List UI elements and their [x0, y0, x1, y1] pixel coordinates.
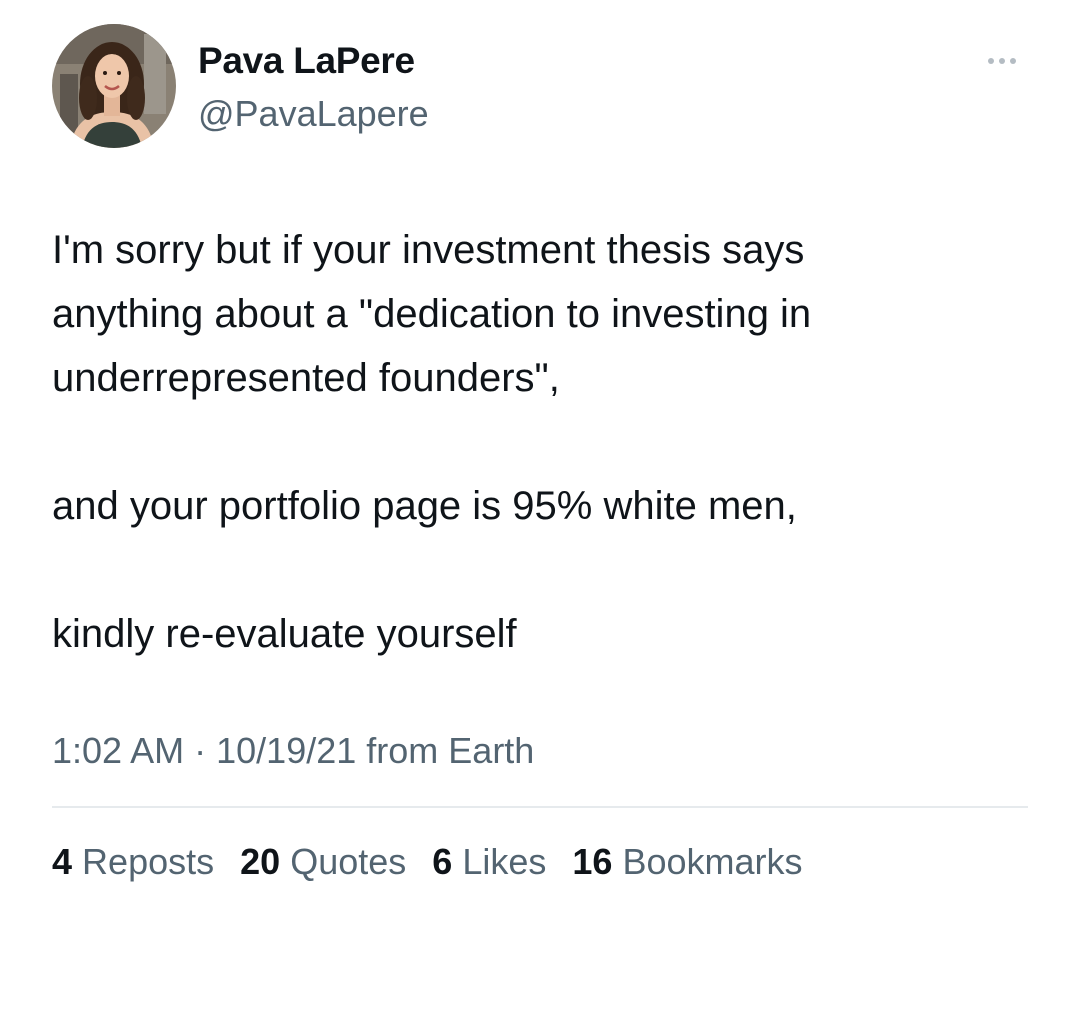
display-name[interactable]: Pava LaPere: [198, 38, 415, 84]
reposts-count: 4: [52, 841, 73, 882]
likes-stat[interactable]: 6 Likes: [432, 838, 546, 886]
quotes-label: Quotes: [290, 841, 407, 882]
quotes-stat[interactable]: 20 Quotes: [240, 838, 406, 886]
profile-photo: [52, 24, 176, 148]
reposts-label: Reposts: [82, 841, 215, 882]
bookmarks-label: Bookmarks: [622, 841, 803, 882]
divider: [52, 806, 1028, 808]
tweet: Pava LaPere @PavaLapere I'm sorry but if…: [0, 0, 1070, 1017]
tweet-metadata: 1:02 AM · 10/19/21 from Earth: [52, 728, 534, 774]
reposts-stat[interactable]: 4 Reposts: [52, 838, 214, 886]
tweet-paragraph: I'm sorry but if your investment thesis …: [52, 228, 812, 400]
likes-label: Likes: [462, 841, 547, 882]
tweet-paragraph: and your portfolio page is 95% white men…: [52, 484, 797, 528]
user-handle[interactable]: @PavaLapere: [198, 92, 429, 136]
quotes-count: 20: [240, 841, 281, 882]
tweet-time[interactable]: 1:02 AM: [52, 730, 184, 771]
bookmarks-stat[interactable]: 16 Bookmarks: [572, 838, 802, 886]
meta-separator: ·: [194, 730, 207, 771]
tweet-paragraph: kindly re-evaluate yourself: [52, 612, 517, 656]
engagement-stats: 4 Reposts 20 Quotes 6 Likes 16 Bookmarks: [52, 838, 819, 886]
tweet-text: I'm sorry but if your investment thesis …: [52, 218, 1022, 666]
tweet-date[interactable]: 10/19/21: [216, 730, 356, 771]
tweet-source: from Earth: [366, 730, 535, 771]
likes-count: 6: [432, 841, 453, 882]
bookmarks-count: 16: [572, 841, 613, 882]
more-horizontal-icon: [988, 58, 1016, 64]
avatar[interactable]: [52, 24, 176, 148]
more-options-button[interactable]: [978, 46, 1026, 76]
